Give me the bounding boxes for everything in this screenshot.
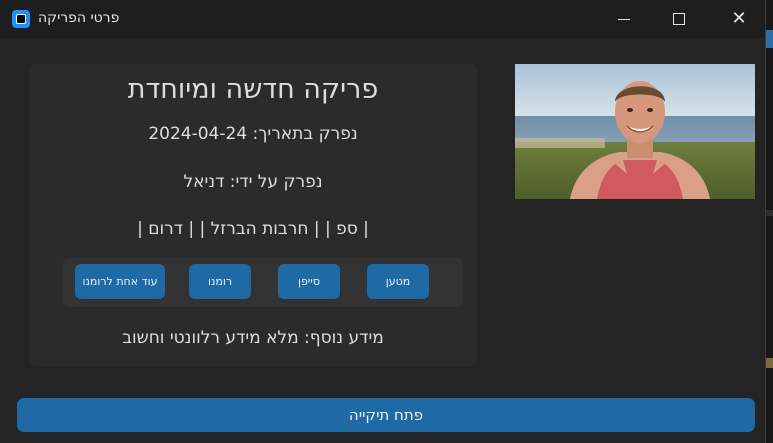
tag-button-strip: מטען סייפן רומנו עוד אחת לרומנו	[63, 258, 463, 307]
background-window-edge	[765, 358, 773, 368]
close-button[interactable]: ✕	[715, 0, 763, 38]
background-window-edge	[765, 30, 773, 48]
tag-button[interactable]: רומנו	[189, 264, 251, 299]
tags-line: | ספ | | חרבות הברזל | | דרום |	[137, 219, 369, 239]
window-title: פרטי הפריקה	[38, 10, 120, 26]
minimize-button[interactable]	[600, 0, 648, 38]
author-line: נפרק על ידי: דניאל	[183, 172, 323, 192]
title-bar[interactable]: פרטי הפריקה ✕	[0, 0, 765, 38]
tag-button[interactable]: מטען	[367, 264, 429, 299]
card-title: פריקה חדשה ומיוחדת	[127, 74, 379, 105]
minimize-icon	[618, 18, 630, 20]
profile-photo	[515, 64, 755, 199]
maximize-icon	[673, 13, 685, 25]
details-card: פריקה חדשה ומיוחדת נפרק בתאריך: 2024-04-…	[29, 64, 477, 366]
date-line: נפרק בתאריך: 2024-04-24	[148, 124, 358, 144]
close-icon: ✕	[731, 8, 747, 29]
maximize-button[interactable]	[655, 0, 703, 38]
info-line: מידע נוסף: מלא מידע רלוונטי וחשוב	[122, 328, 384, 348]
tag-button[interactable]: סייפן	[278, 264, 340, 299]
dialog-window: פרטי הפריקה ✕ פריקה חדשה ומיוחדת נפרק בת…	[0, 0, 765, 443]
tag-button[interactable]: עוד אחת לרומנו	[75, 264, 165, 299]
app-icon	[12, 10, 30, 28]
open-folder-button[interactable]: פתח תיקייה	[17, 398, 755, 432]
background-window-edge	[765, 210, 773, 216]
